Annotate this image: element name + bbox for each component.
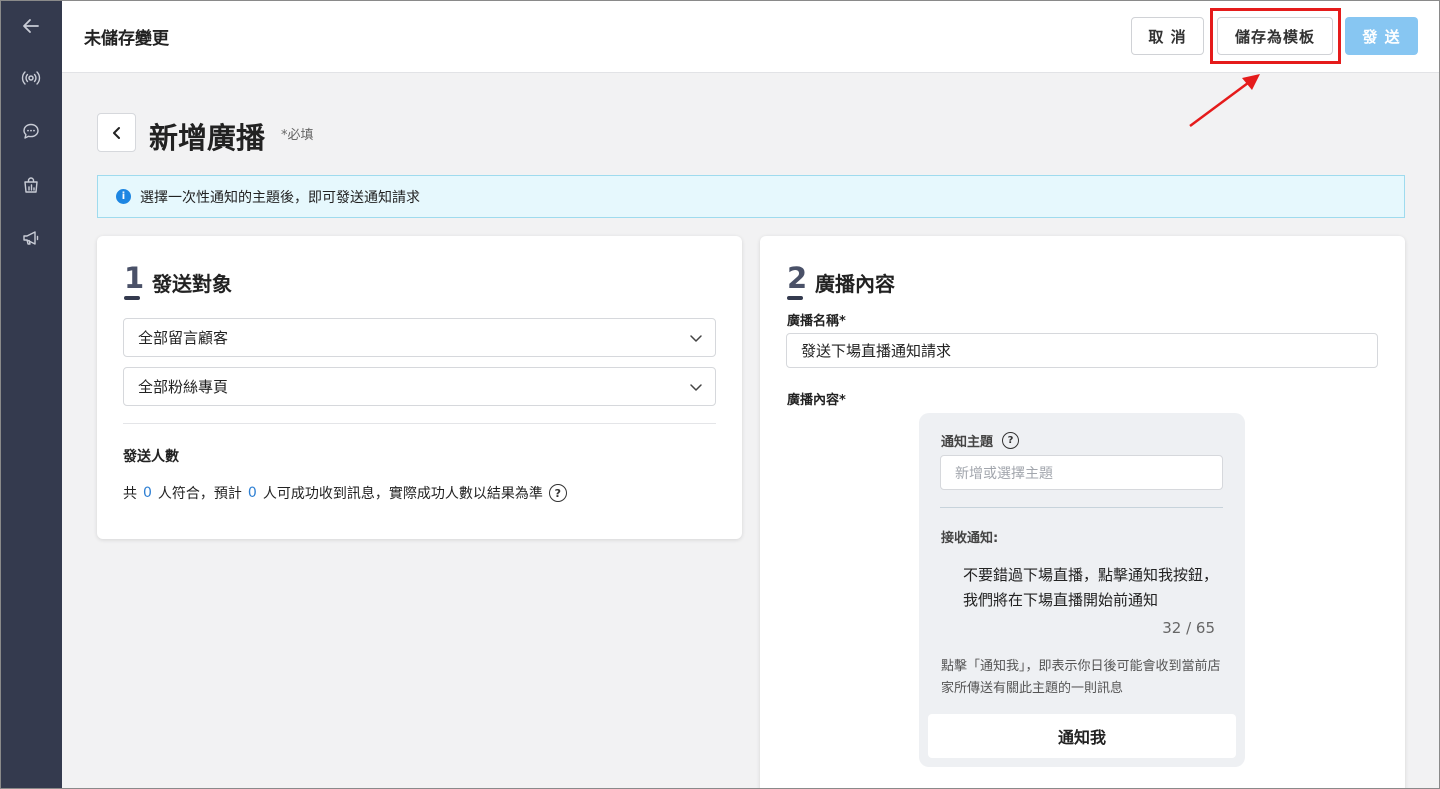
back-button[interactable] <box>97 113 136 152</box>
recipient-count-title: 發送人數 <box>123 449 179 465</box>
count-suffix: 人可成功收到訊息，實際成功人數以結果為準 <box>262 486 543 502</box>
topic-label: 通知主題 <box>941 435 994 450</box>
unsaved-changes-title: 未儲存變更 <box>84 29 169 49</box>
top-bar: 未儲存變更 取 消 儲存為模板 發 送 <box>62 0 1440 73</box>
audience-select[interactable]: 全部留言顧客 <box>123 318 716 357</box>
divider <box>123 423 716 424</box>
annotation-arrow <box>1189 74 1260 128</box>
broadcast-content-label: 廣播內容* <box>787 393 846 408</box>
cancel-button[interactable]: 取 消 <box>1131 17 1204 55</box>
send-button[interactable]: 發 送 <box>1345 17 1418 55</box>
info-icon: i <box>116 189 131 204</box>
sidebar <box>0 0 62 789</box>
divider <box>940 507 1223 508</box>
info-text: 選擇一次性通知的主題後，即可發送通知請求 <box>140 189 420 206</box>
chat-icon[interactable] <box>0 111 62 151</box>
chevron-down-icon <box>690 335 702 342</box>
matched-count: 0 <box>143 485 152 501</box>
required-note: *必填 <box>281 128 314 143</box>
help-icon[interactable]: ? <box>548 484 567 502</box>
section-header: 2 廣播內容 <box>787 261 895 300</box>
expected-count: 0 <box>247 485 257 501</box>
notification-message[interactable]: 不要錯過下場直播，點擊通知我按鈕，我們將在下場直播開始前通知 <box>963 563 1219 613</box>
page-title: 新增廣播 <box>149 121 266 155</box>
section-number: 2 <box>787 261 808 300</box>
broadcast-name-label: 廣播名稱* <box>787 314 846 329</box>
broadcast-name-input[interactable]: 發送下場直播通知請求 <box>786 333 1378 368</box>
audience-card: 1 發送對象 全部留言顧客 全部粉絲專頁 發送人數 共 0 人符合，預計 0 人… <box>97 236 742 539</box>
fanpage-select-value: 全部粉絲專頁 <box>138 378 229 396</box>
shop-analytics-icon[interactable] <box>0 165 62 205</box>
fanpage-select[interactable]: 全部粉絲專頁 <box>123 367 716 406</box>
highlight-box <box>1210 8 1341 64</box>
count-mid: 人符合，預計 <box>157 486 242 502</box>
chevron-down-icon <box>690 384 702 391</box>
character-counter: 32 / 65 <box>1162 619 1215 637</box>
topic-label-row: 通知主題 ? <box>941 431 1020 450</box>
info-banner: i 選擇一次性通知的主題後，即可發送通知請求 <box>97 175 1405 218</box>
recipient-count-text: 共 0 人符合，預計 0 人可成功收到訊息，實際成功人數以結果為準 ? <box>123 483 567 503</box>
back-arrow-icon[interactable] <box>0 6 62 46</box>
broadcast-icon[interactable] <box>0 58 62 98</box>
content-card: 2 廣播內容 廣播名稱* 發送下場直播通知請求 廣播內容* 通知主題 ? 新增或… <box>760 236 1405 789</box>
receive-label: 接收通知: <box>941 531 999 546</box>
section-header: 1 發送對象 <box>124 261 232 300</box>
notification-preview: 通知主題 ? 新增或選擇主題 接收通知: 不要錯過下場直播，點擊通知我按鈕，我們… <box>919 413 1245 767</box>
count-prefix: 共 <box>123 486 137 502</box>
chevron-left-icon <box>112 126 120 139</box>
topic-input[interactable]: 新增或選擇主題 <box>940 455 1223 490</box>
notify-me-button[interactable]: 通知我 <box>928 714 1236 758</box>
audience-select-value: 全部留言顧客 <box>138 329 229 347</box>
help-icon[interactable]: ? <box>1002 432 1020 449</box>
section-title: 廣播內容 <box>815 272 895 296</box>
section-number: 1 <box>124 261 145 300</box>
section-title: 發送對象 <box>152 272 232 296</box>
consent-note: 點擊「通知我」，即表示你日後可能會收到當前店家所傳送有關此主題的一則訊息 <box>941 659 1221 696</box>
megaphone-icon[interactable] <box>0 218 62 258</box>
